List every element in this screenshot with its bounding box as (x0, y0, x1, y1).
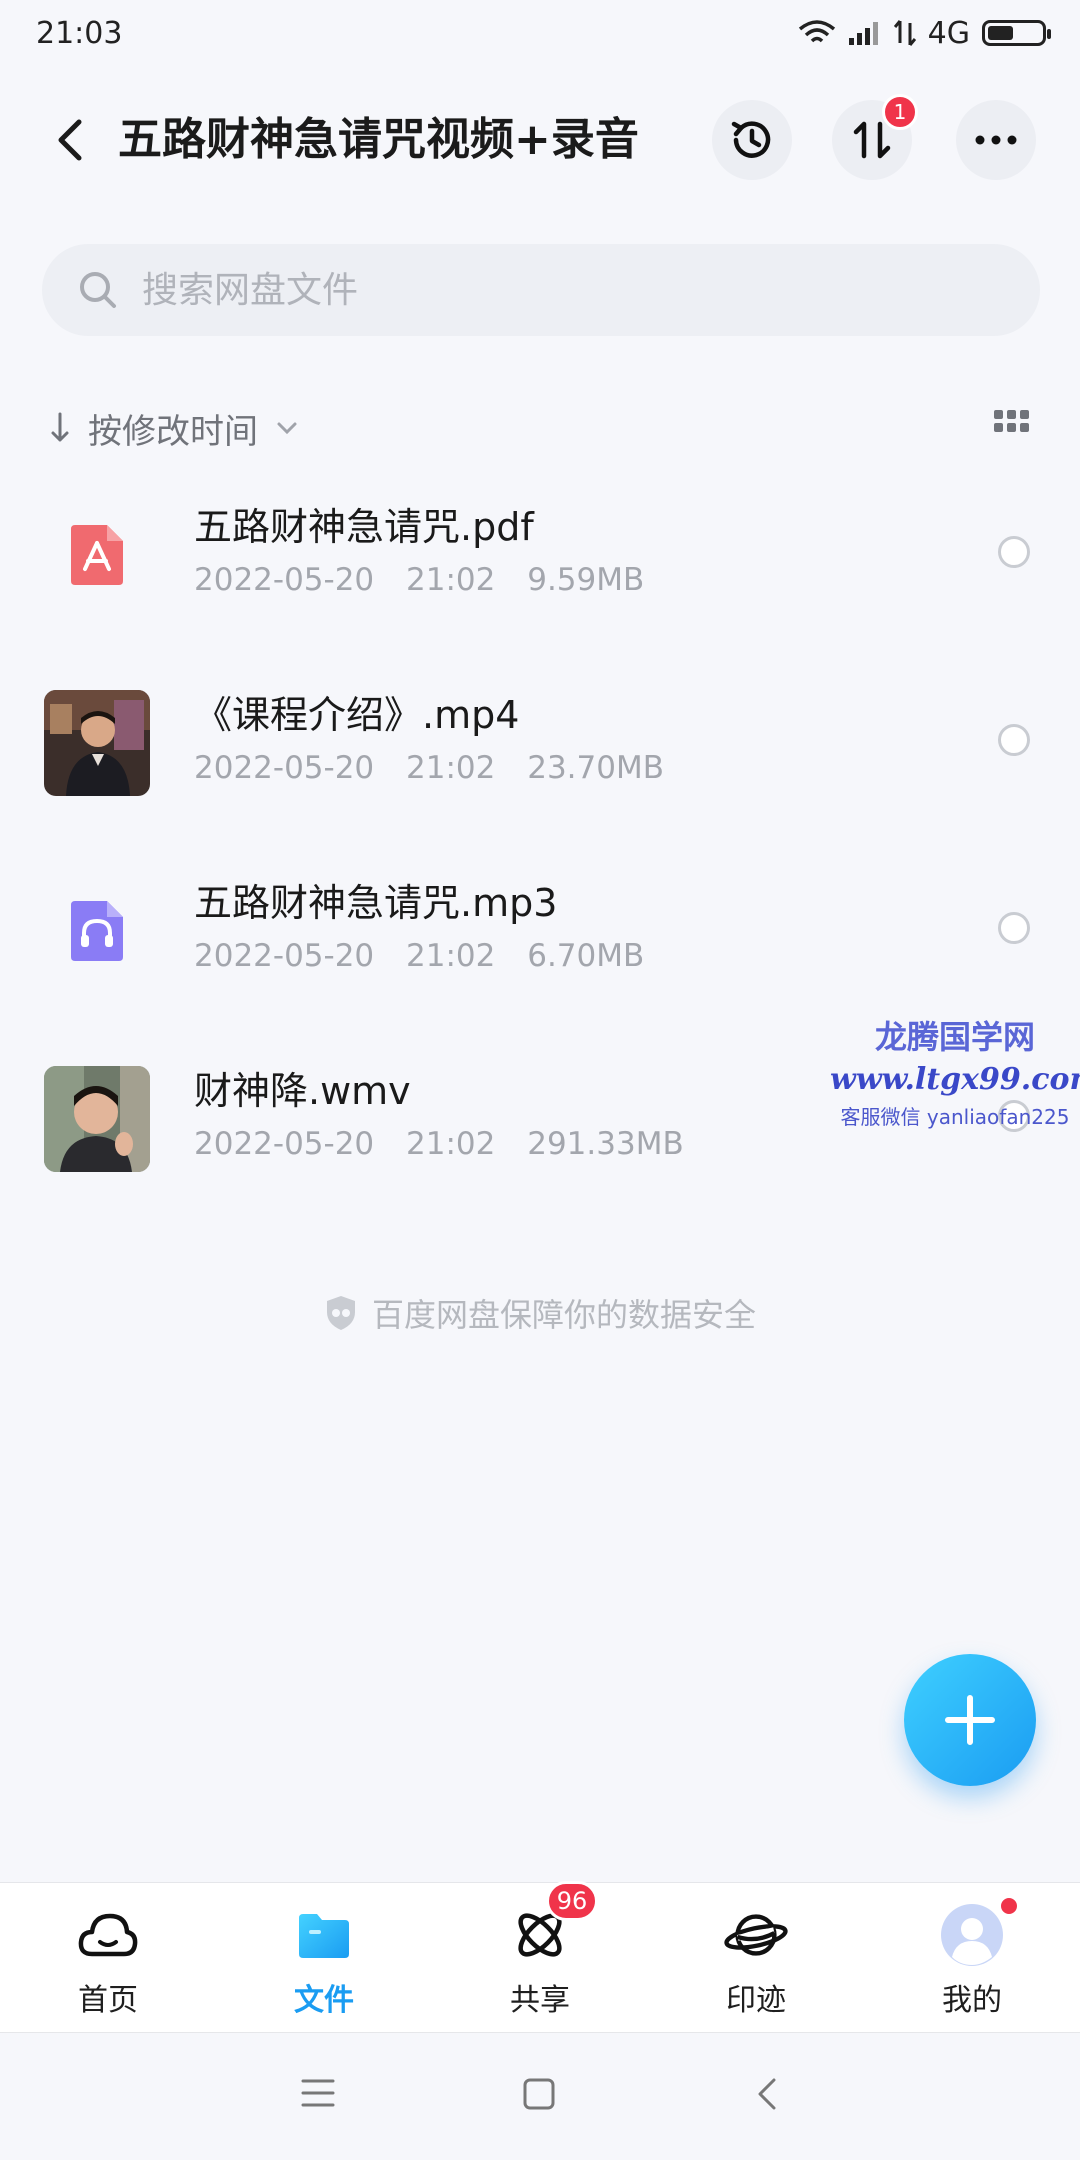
file-thumbnail (44, 502, 150, 608)
shield-icon (326, 1296, 355, 1330)
system-back-button[interactable] (756, 2077, 778, 2115)
file-size: 6.70MB (527, 938, 645, 974)
atom-icon: 96 (508, 1881, 598, 1967)
system-nav-bar (0, 2032, 1080, 2160)
chevron-left-icon (58, 119, 82, 161)
data-transfer-icon (893, 20, 916, 46)
file-time: 21:02 (406, 938, 496, 974)
transfer-badge: 1 (882, 94, 918, 130)
file-date: 2022-05-20 (194, 562, 375, 598)
file-row[interactable]: 财神降.wmv 2022-05-20 21:02 291.33MB (0, 1040, 1080, 1208)
sort-label: 按修改时间 (88, 411, 258, 452)
audio-file-icon (71, 901, 123, 961)
nav-item-traces[interactable]: 印迹 (676, 1903, 836, 2023)
file-name: 五路财神急请咒.pdf (194, 505, 534, 549)
file-size: 23.70MB (527, 750, 664, 786)
file-time: 21:02 (406, 1126, 496, 1162)
file-time: 21:02 (406, 750, 496, 786)
file-thumbnail (44, 878, 150, 984)
file-date: 2022-05-20 (194, 1126, 375, 1162)
video-thumbnail-image (44, 690, 150, 796)
nav-label: 共享 (510, 1983, 570, 2018)
file-meta: 2022-05-20 21:02 23.70MB (194, 750, 664, 786)
back-button[interactable] (40, 110, 100, 170)
file-meta: 2022-05-20 21:02 9.59MB (194, 562, 644, 598)
search-bar[interactable] (42, 244, 1040, 336)
security-text: 百度网盘保障你的数据安全 (371, 1296, 756, 1334)
nav-label: 我的 (942, 1983, 1002, 2018)
chevron-down-icon (277, 422, 297, 435)
nav-label: 文件 (294, 1983, 354, 2018)
sort-row: 按修改时间 (50, 398, 1040, 458)
menu-icon (301, 2079, 335, 2107)
file-date: 2022-05-20 (194, 938, 375, 974)
nav-label: 首页 (78, 1983, 138, 2018)
file-size: 9.59MB (527, 562, 645, 598)
history-icon (731, 121, 771, 158)
security-note: 百度网盘保障你的数据安全 (0, 1290, 1080, 1336)
grid-icon (994, 410, 1029, 432)
nav-item-files[interactable]: 文件 (244, 1903, 404, 2023)
more-button[interactable] (956, 100, 1036, 180)
video-thumbnail-image (44, 1066, 150, 1172)
search-icon (80, 272, 116, 308)
add-button[interactable] (904, 1654, 1036, 1786)
search-input[interactable] (140, 268, 1000, 312)
history-button[interactable] (712, 100, 792, 180)
home-button[interactable] (522, 2077, 556, 2115)
more-icon (975, 135, 1017, 145)
file-time: 21:02 (406, 562, 496, 598)
file-size: 291.33MB (527, 1126, 684, 1162)
cloud-icon (76, 1903, 140, 1967)
bottom-nav: 首页 文件 96 共享 印迹 我的 (0, 1881, 1080, 2032)
grid-view-button[interactable] (994, 410, 1030, 438)
square-icon (523, 2078, 555, 2110)
status-time: 21:03 (36, 15, 123, 51)
video-thumbnail (44, 690, 150, 796)
nav-label: 印迹 (726, 1983, 786, 2018)
folder-icon (292, 1903, 356, 1967)
network-type: 4G (927, 15, 970, 51)
pdf-file-icon (71, 525, 123, 585)
notification-dot (998, 1895, 1020, 1917)
nav-item-share[interactable]: 96 共享 (460, 1881, 620, 2023)
select-checkbox[interactable] (998, 536, 1030, 568)
nav-item-me[interactable]: 我的 (892, 1895, 1052, 2023)
file-row[interactable]: 五路财神急请咒.pdf 2022-05-20 21:02 9.59MB (0, 476, 1080, 644)
select-checkbox[interactable] (998, 1100, 1030, 1132)
arrow-down-icon (51, 412, 69, 442)
battery-icon (982, 20, 1051, 46)
signal-icon (848, 22, 878, 45)
file-name: 《课程介绍》.mp4 (194, 693, 520, 737)
file-name: 财神降.wmv (194, 1069, 411, 1113)
planet-icon (724, 1903, 788, 1967)
select-checkbox[interactable] (998, 724, 1030, 756)
status-icons: 4G (798, 15, 1051, 51)
file-date: 2022-05-20 (194, 750, 375, 786)
file-row[interactable]: 五路财神急请咒.mp3 2022-05-20 21:02 6.70MB (0, 852, 1080, 1020)
plus-icon (945, 1695, 995, 1745)
sort-button[interactable]: 按修改时间 (50, 404, 298, 453)
file-meta: 2022-05-20 21:02 291.33MB (194, 1126, 684, 1162)
avatar-icon (940, 1895, 1020, 1967)
nav-item-home[interactable]: 首页 (28, 1903, 188, 2023)
share-badge: 96 (546, 1881, 598, 1921)
file-row[interactable]: 《课程介绍》.mp4 2022-05-20 21:02 23.70MB (0, 664, 1080, 832)
chevron-left-icon (758, 2078, 776, 2110)
page-title: 五路财神急请咒视频+录音 (118, 114, 639, 165)
file-name: 五路财神急请咒.mp3 (194, 881, 558, 925)
file-meta: 2022-05-20 21:02 6.70MB (194, 938, 644, 974)
wifi-icon (798, 20, 835, 43)
transfer-button[interactable]: 1 (832, 94, 918, 180)
menu-button[interactable] (300, 2077, 336, 2113)
video-thumbnail (44, 1066, 150, 1172)
header: 五路财神急请咒视频+录音 1 (0, 90, 1080, 190)
status-bar: 21:03 4G (0, 0, 1080, 66)
select-checkbox[interactable] (998, 912, 1030, 944)
